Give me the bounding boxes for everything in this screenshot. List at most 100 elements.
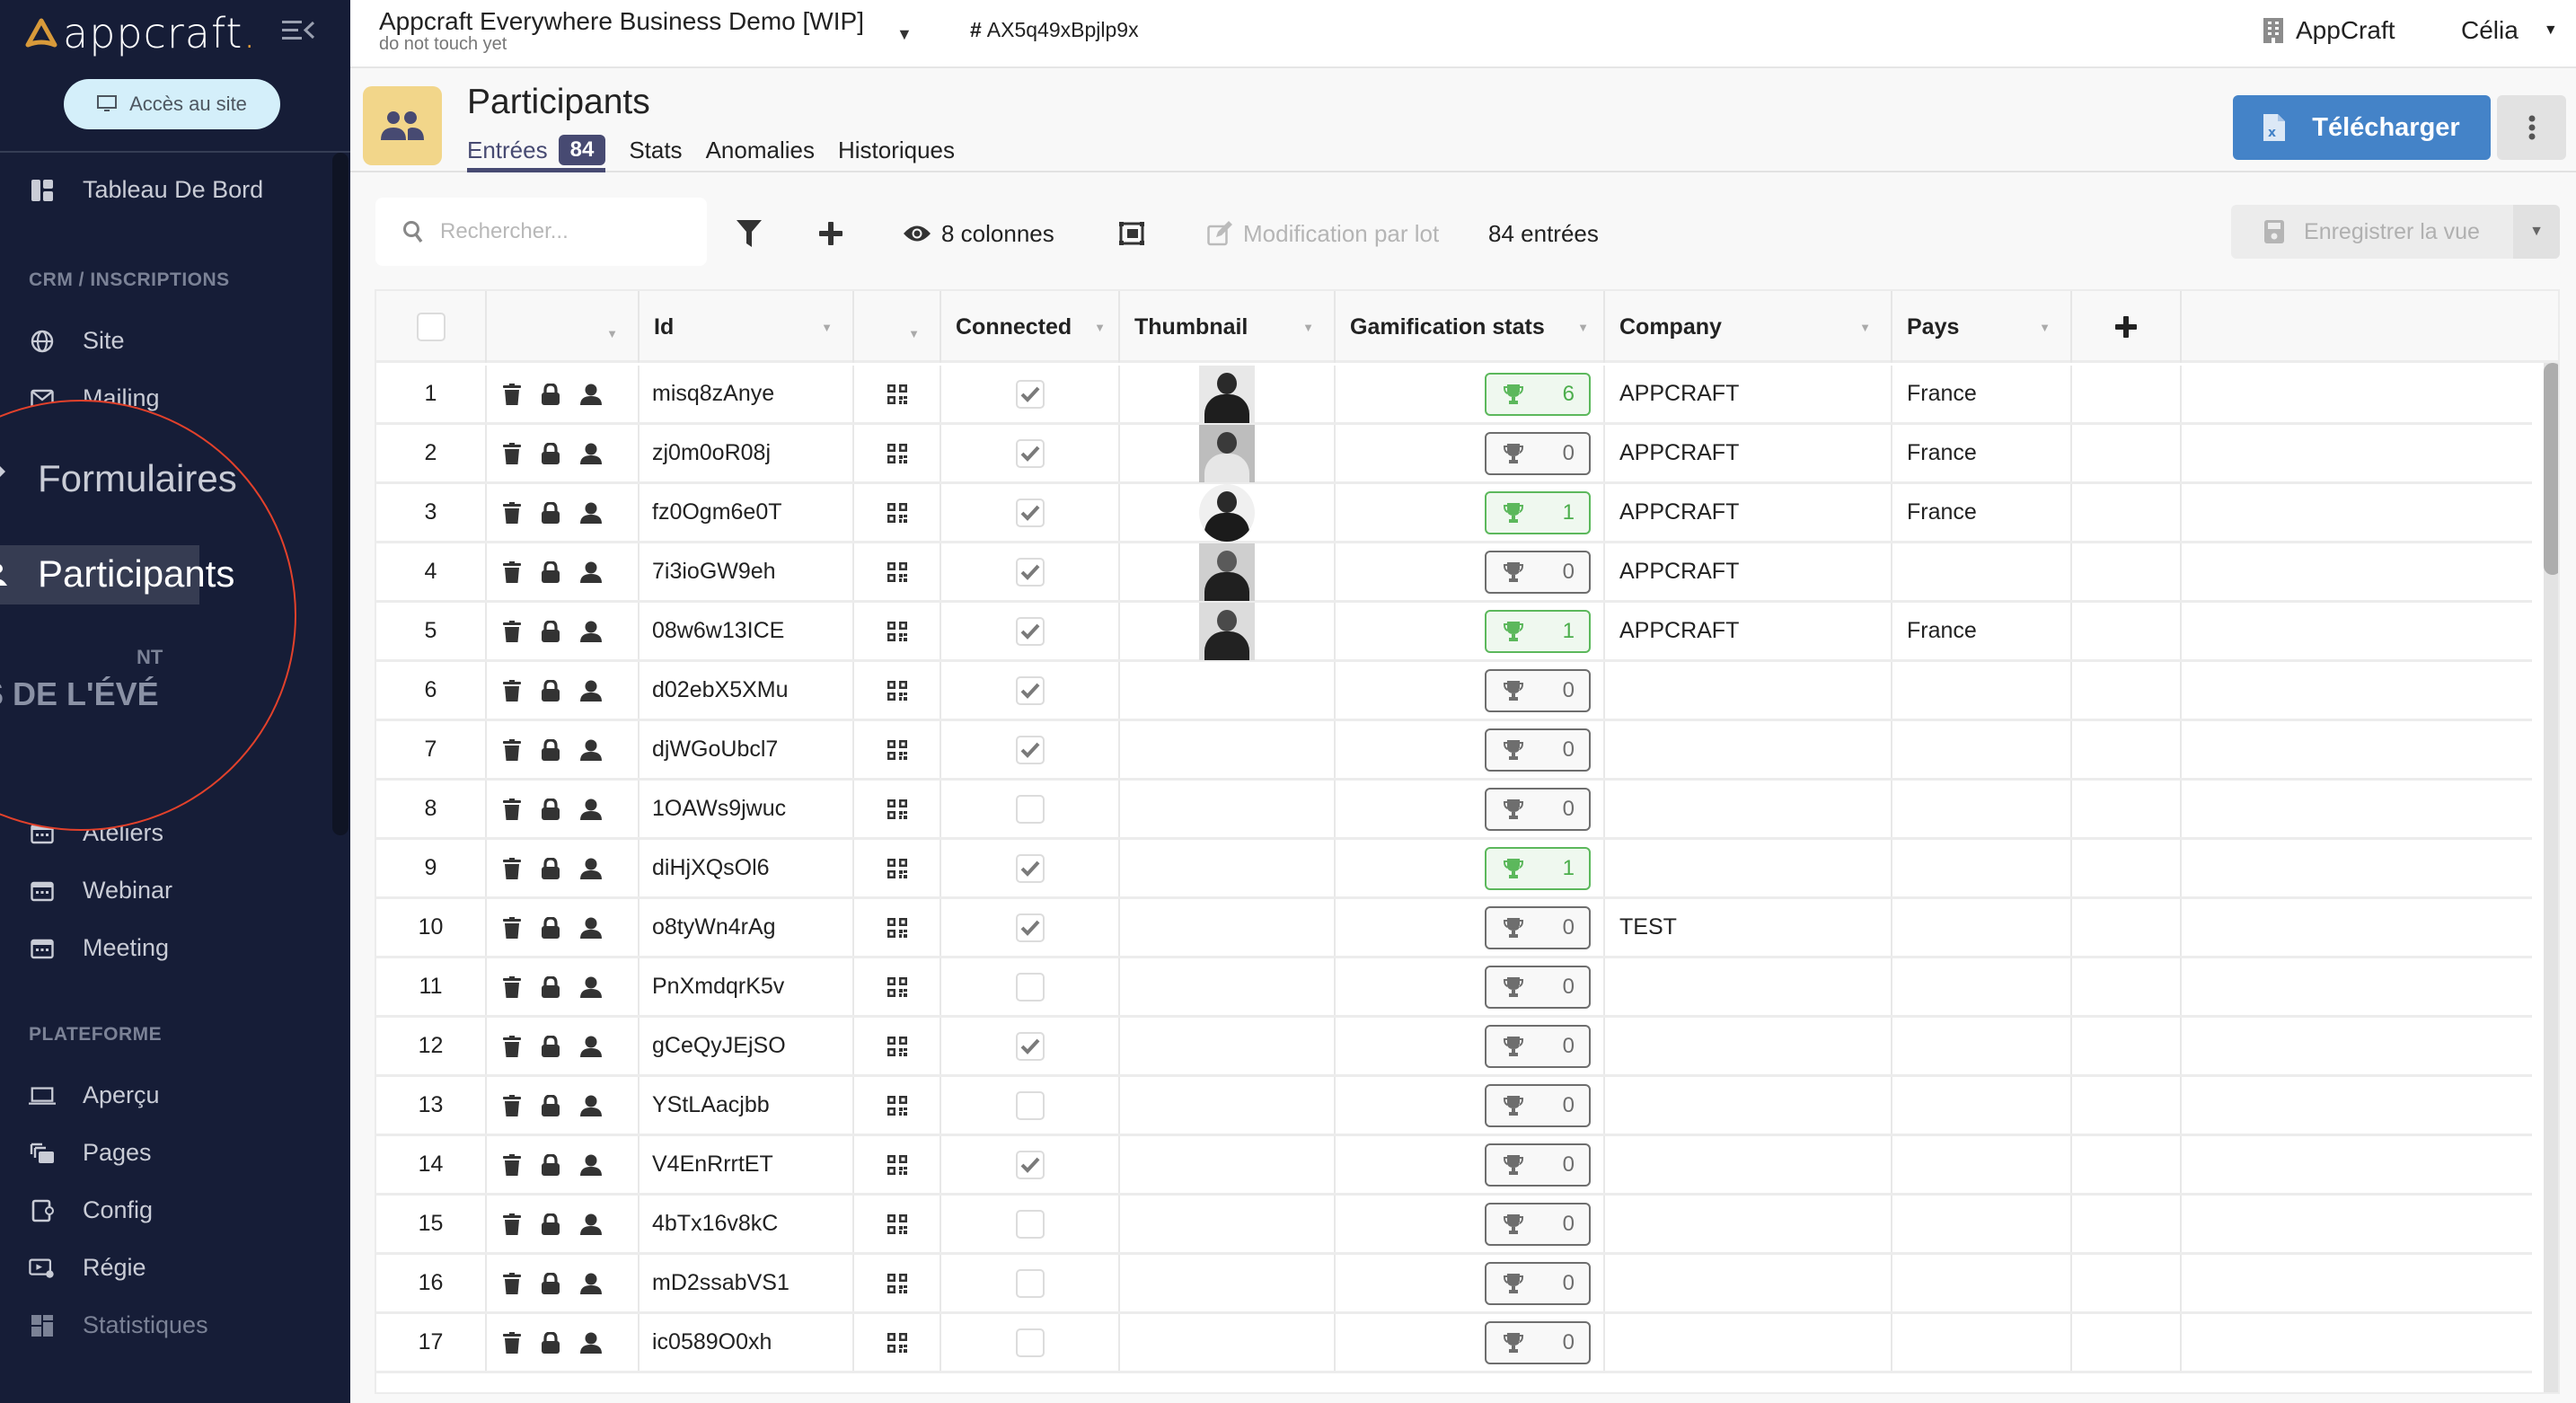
user-icon[interactable] xyxy=(580,1213,602,1235)
trash-icon[interactable] xyxy=(503,620,521,642)
table-row[interactable]: 2 zj0m0oR08j 0 APPCRAFT France xyxy=(376,424,2532,484)
cell-qr[interactable] xyxy=(854,1255,941,1311)
user-icon[interactable] xyxy=(580,739,602,761)
sidebar-item-apercu[interactable]: Aperçu xyxy=(29,1081,160,1109)
connected-checkbox[interactable] xyxy=(1015,913,1045,942)
cell-qr[interactable] xyxy=(854,366,941,422)
gamification-badge[interactable]: 1 xyxy=(1485,609,1591,653)
cell-pays[interactable] xyxy=(1892,899,2072,956)
connected-checkbox[interactable] xyxy=(1015,1328,1045,1357)
cell-id[interactable]: fz0Ogm6e0T xyxy=(640,484,854,541)
cell-company[interactable] xyxy=(1605,840,1892,896)
trash-icon[interactable] xyxy=(503,1331,521,1354)
tab-historiques[interactable]: Historiques xyxy=(838,129,955,171)
cell-pays[interactable] xyxy=(1892,543,2072,600)
search-input[interactable] xyxy=(440,219,692,244)
connected-checkbox[interactable] xyxy=(1015,1150,1045,1179)
lock-icon[interactable] xyxy=(541,916,560,939)
trash-icon[interactable] xyxy=(503,1213,521,1235)
cell-id[interactable]: mD2ssabVS1 xyxy=(640,1255,854,1311)
column-header-qr[interactable]: ▼ xyxy=(854,291,941,363)
table-row[interactable]: 16 mD2ssabVS1 0 xyxy=(376,1255,2532,1314)
connected-checkbox[interactable] xyxy=(1015,675,1045,705)
gamification-badge[interactable]: 6 xyxy=(1485,372,1591,416)
gamification-badge[interactable]: 1 xyxy=(1485,846,1591,890)
connected-checkbox[interactable] xyxy=(1015,1209,1045,1239)
cell-pays[interactable] xyxy=(1892,1018,2072,1074)
table-row[interactable]: 15 4bTx16v8kC 0 xyxy=(376,1196,2532,1255)
table-row[interactable]: 4 7i3ioGW9eh 0 APPCRAFT xyxy=(376,543,2532,603)
lock-icon[interactable] xyxy=(541,442,560,464)
cell-company[interactable] xyxy=(1605,1136,1892,1193)
cell-qr[interactable] xyxy=(854,662,941,719)
cell-company[interactable] xyxy=(1605,1314,1892,1371)
add-entry-button[interactable] xyxy=(819,214,842,253)
cell-qr[interactable] xyxy=(854,603,941,659)
gamification-badge[interactable]: 0 xyxy=(1485,550,1591,594)
lock-icon[interactable] xyxy=(541,560,560,583)
cell-company[interactable] xyxy=(1605,958,1892,1015)
column-header-id[interactable]: Id ▼ xyxy=(640,291,854,363)
table-row[interactable]: 3 fz0Ogm6e0T 1 APPCRAFT France xyxy=(376,483,2532,543)
trash-icon[interactable] xyxy=(503,383,521,405)
trash-icon[interactable] xyxy=(503,857,521,879)
gamification-badge[interactable]: 1 xyxy=(1485,490,1591,534)
trash-icon[interactable] xyxy=(503,1094,521,1116)
cell-pays[interactable] xyxy=(1892,781,2072,837)
gamification-badge[interactable]: 0 xyxy=(1485,787,1591,831)
cell-qr[interactable] xyxy=(854,1314,941,1371)
lock-icon[interactable] xyxy=(541,857,560,879)
download-button[interactable]: x Télécharger xyxy=(2233,95,2491,160)
cell-id[interactable]: o8tyWn4rAg xyxy=(640,899,854,956)
cell-id[interactable]: ic0589O0xh xyxy=(640,1314,854,1371)
appcraft-logo[interactable]: appcraft. xyxy=(25,9,257,57)
cell-id[interactable]: 7i3ioGW9eh xyxy=(640,543,854,600)
cell-id[interactable]: gCeQyJEjSO xyxy=(640,1018,854,1074)
column-header-pays[interactable]: Pays ▼ xyxy=(1892,291,2072,363)
cell-company[interactable] xyxy=(1605,1255,1892,1311)
participant-photo[interactable] xyxy=(1199,543,1255,601)
more-options-button[interactable] xyxy=(2497,95,2566,160)
table-row[interactable]: 12 gCeQyJEjSO 0 xyxy=(376,1018,2532,1077)
gamification-badge[interactable]: 0 xyxy=(1485,1143,1591,1187)
cell-qr[interactable] xyxy=(854,484,941,541)
user-icon[interactable] xyxy=(580,858,602,879)
cell-company[interactable]: APPCRAFT xyxy=(1605,543,1892,600)
cell-company[interactable] xyxy=(1605,781,1892,837)
user-icon[interactable] xyxy=(580,384,602,405)
organization-selector[interactable]: AppCraft xyxy=(2263,16,2395,45)
table-row[interactable]: 17 ic0589O0xh 0 xyxy=(376,1314,2532,1373)
cell-pays[interactable] xyxy=(1892,1077,2072,1134)
column-header-connected[interactable]: Connected ▼ xyxy=(941,291,1120,363)
bulk-edit-button[interactable]: Modification par lot xyxy=(1207,214,1439,253)
trash-icon[interactable] xyxy=(503,442,521,464)
sidebar-item-site[interactable]: Site xyxy=(29,327,125,355)
table-row[interactable]: 6 d02ebX5XMu 0 xyxy=(376,662,2532,721)
cell-company[interactable]: APPCRAFT xyxy=(1605,603,1892,659)
cell-company[interactable] xyxy=(1605,662,1892,719)
table-row[interactable]: 10 o8tyWn4rAg 0 TEST xyxy=(376,899,2532,958)
table-row[interactable]: 9 diHjXQsOl6 1 xyxy=(376,840,2532,899)
cell-id[interactable]: diHjXQsOl6 xyxy=(640,840,854,896)
trash-icon[interactable] xyxy=(503,1153,521,1176)
sidebar-item-webinar[interactable]: Webinar xyxy=(29,877,172,904)
trash-icon[interactable] xyxy=(503,560,521,583)
lock-icon[interactable] xyxy=(541,501,560,524)
cell-company[interactable]: APPCRAFT xyxy=(1605,484,1892,541)
sidebar-item-participants[interactable]: Participants xyxy=(0,552,234,596)
columns-visibility-button[interactable]: 8 colonnes xyxy=(904,214,1054,253)
cell-id[interactable]: 1OAWs9jwuc xyxy=(640,781,854,837)
cell-pays[interactable] xyxy=(1892,958,2072,1015)
cell-id[interactable]: misq8zAnye xyxy=(640,366,854,422)
cell-qr[interactable] xyxy=(854,1136,941,1193)
connected-checkbox[interactable] xyxy=(1015,616,1045,646)
cell-id[interactable]: d02ebX5XMu xyxy=(640,662,854,719)
sidebar-item-regie[interactable]: Régie xyxy=(29,1254,146,1282)
site-access-button[interactable]: Accès au site xyxy=(64,79,280,129)
trash-icon[interactable] xyxy=(503,916,521,939)
cell-pays[interactable]: France xyxy=(1892,366,2072,422)
cell-company[interactable] xyxy=(1605,1018,1892,1074)
cell-qr[interactable] xyxy=(854,425,941,481)
add-column-button[interactable] xyxy=(2072,291,2182,363)
lock-icon[interactable] xyxy=(541,975,560,998)
